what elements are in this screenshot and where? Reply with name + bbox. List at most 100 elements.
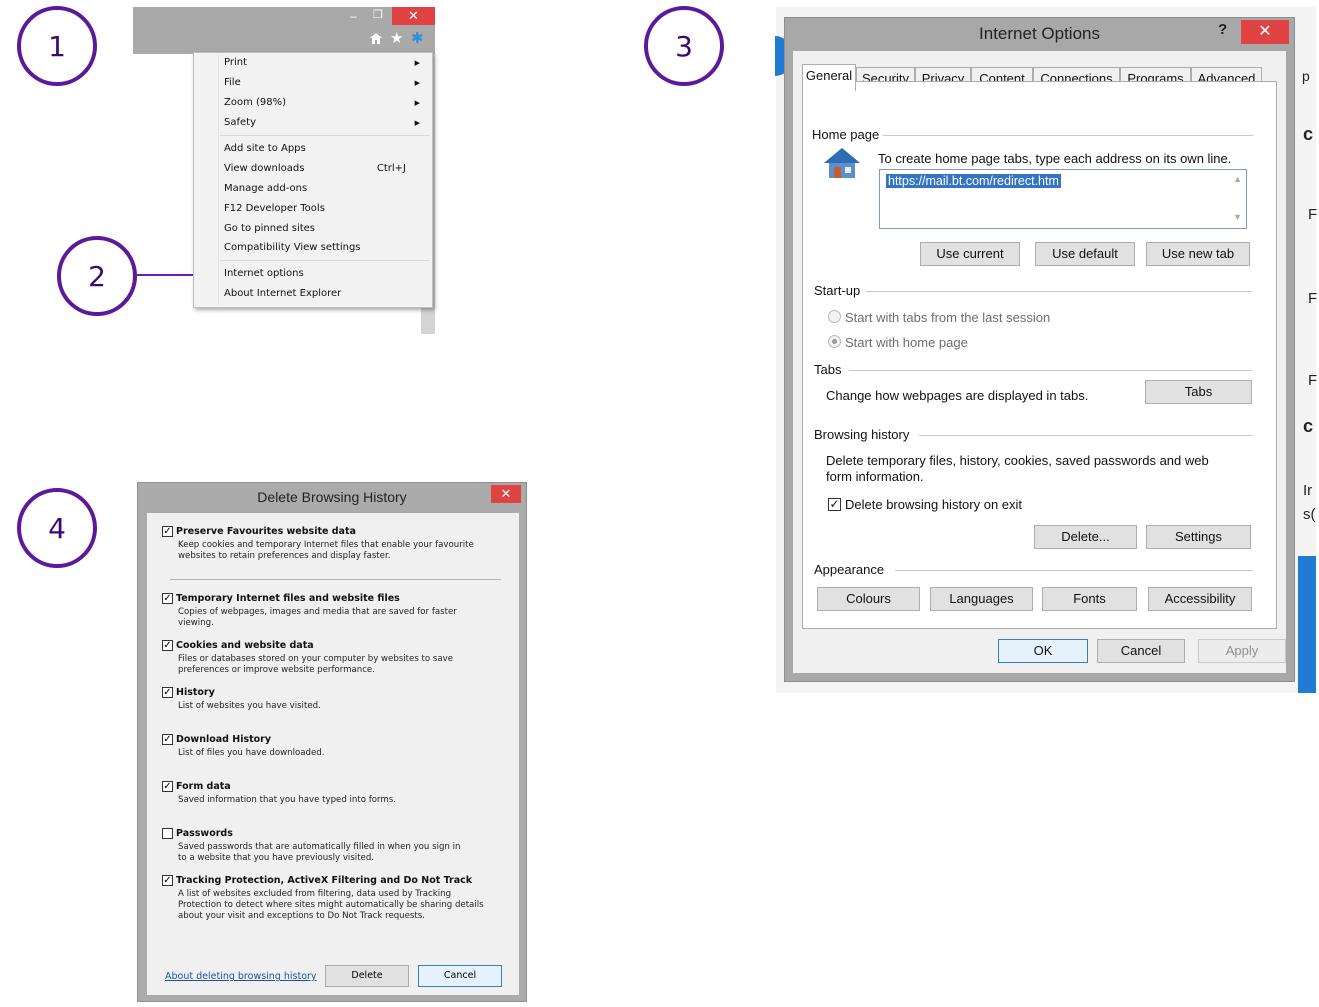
tabs-settings-button[interactable]: Tabs <box>1145 380 1252 404</box>
radio-home-page-label: Start with home page <box>845 335 968 350</box>
radio-home-page[interactable] <box>828 335 841 348</box>
menu-item-safety[interactable]: Safety ▶ <box>224 114 420 132</box>
radio-last-session-label: Start with tabs from the last session <box>845 310 1051 325</box>
group-divider <box>866 291 1252 292</box>
temp-files-checkbox[interactable]: ✓ <box>162 593 173 604</box>
item-description: Saved information that you have typed in… <box>178 795 513 806</box>
delete-on-exit-label: Delete browsing history on exit <box>845 497 1023 512</box>
menu-label: Print <box>224 57 248 68</box>
menu-item-zoom[interactable]: Zoom (98%) ▶ <box>224 94 420 112</box>
description-line: Files or databases stored on your comput… <box>178 654 454 664</box>
group-divider <box>895 570 1253 571</box>
item-description: List of websites you have visited. <box>178 701 513 712</box>
home-page-url: https://mail.bt.com/redirect.htm <box>886 174 1061 188</box>
menu-label: Add site to Apps <box>224 143 306 154</box>
item-title: Download History <box>176 734 272 745</box>
scroll-down-icon[interactable]: ▼ <box>1233 212 1242 222</box>
tabs-description: Change how webpages are displayed in tab… <box>826 388 1089 403</box>
description-line: preferences or improve website performan… <box>178 665 375 675</box>
menu-item-add-site[interactable]: Add site to Apps <box>224 140 420 158</box>
internet-options-dialog: Internet Options ? ✕ General Security Pr… <box>784 17 1295 682</box>
submenu-arrow-icon: ▶ <box>414 79 420 87</box>
tab-general[interactable]: General <box>802 64 856 91</box>
form-data-checkbox[interactable]: ✓ <box>162 781 173 792</box>
history-checkbox[interactable]: ✓ <box>162 687 173 698</box>
group-divider <box>919 435 1253 436</box>
colours-button[interactable]: Colours <box>817 587 920 611</box>
cancel-button[interactable]: Cancel <box>1097 639 1185 663</box>
item-description: Saved passwords that are automatically f… <box>178 842 513 864</box>
item-title: Temporary Internet files and website fil… <box>176 593 400 604</box>
scroll-up-icon[interactable]: ▲ <box>1233 174 1242 184</box>
accessibility-button[interactable]: Accessibility <box>1148 587 1252 611</box>
tabs-heading: Tabs <box>814 362 842 377</box>
menu-shortcut: Ctrl+J <box>376 163 406 174</box>
languages-button[interactable]: Languages <box>930 587 1033 611</box>
menu-item-f12-tools[interactable]: F12 Developer Tools <box>224 200 420 218</box>
description-line: Saved passwords that are automatically f… <box>178 842 461 852</box>
menu-item-internet-options[interactable]: Internet options <box>224 265 420 283</box>
use-default-button[interactable]: Use default <box>1035 242 1135 266</box>
history-settings-button[interactable]: Settings <box>1146 525 1251 549</box>
close-button[interactable]: ✕ <box>1241 20 1289 44</box>
fonts-button[interactable]: Fonts <box>1042 587 1137 611</box>
passwords-checkbox[interactable] <box>162 828 173 839</box>
menu-item-file[interactable]: File ▶ <box>224 74 420 92</box>
gear-icon[interactable]: ✱ <box>411 29 424 47</box>
restore-icon[interactable]: ❐ <box>373 8 383 21</box>
menu-gutter <box>218 55 219 305</box>
minimize-icon[interactable]: – <box>350 9 357 23</box>
menu-item-manage-addons[interactable]: Manage add-ons <box>224 180 420 198</box>
help-icon[interactable]: ? <box>1218 21 1227 38</box>
description-line: Protection to detect where sites might a… <box>178 900 484 910</box>
background-text: s( <box>1303 506 1316 523</box>
item-description: Copies of webpages, images and media tha… <box>178 607 513 629</box>
step-4-badge: 4 <box>17 488 97 568</box>
item-title: Form data <box>176 781 231 792</box>
description-line: A list of websites excluded from filteri… <box>178 889 452 899</box>
step-1-badge: 1 <box>17 6 97 86</box>
general-tab-page: Home page To create home page tabs, type… <box>802 81 1277 629</box>
menu-item-print[interactable]: Print ▶ <box>224 54 420 72</box>
cancel-button[interactable]: Cancel <box>418 965 502 987</box>
use-new-tab-button[interactable]: Use new tab <box>1146 242 1250 266</box>
menu-item-view-downloads[interactable]: View downloads Ctrl+J <box>224 160 420 178</box>
item-title: Tracking Protection, ActiveX Filtering a… <box>176 875 473 886</box>
tracking-protection-checkbox[interactable]: ✓ <box>162 875 173 886</box>
delete-button[interactable]: Delete <box>325 965 409 987</box>
delete-on-exit-checkbox[interactable]: ✓ <box>828 498 841 511</box>
description-line: Saved information that you have typed in… <box>178 795 396 805</box>
menu-separator <box>220 260 430 261</box>
dialog-body: General Security Privacy Content Connect… <box>793 51 1286 673</box>
home-page-url-field[interactable]: https://mail.bt.com/redirect.htm ▲ ▼ <box>879 169 1247 229</box>
ie-close-button[interactable]: ✕ <box>392 7 435 25</box>
step-3-label: 3 <box>675 29 693 63</box>
appearance-heading: Appearance <box>814 562 885 577</box>
delete-history-button[interactable]: Delete... <box>1034 525 1137 549</box>
item-title: Cookies and website data <box>176 640 314 651</box>
preserve-favourites-checkbox[interactable]: ✓ <box>162 526 173 537</box>
menu-label: File <box>224 77 241 88</box>
browsing-history-heading: Browsing history <box>814 427 910 442</box>
radio-last-session[interactable] <box>828 310 841 323</box>
description-line: about your visit and exceptions to Do No… <box>178 911 425 921</box>
background-text: F <box>1308 290 1318 307</box>
home-icon[interactable] <box>369 32 383 45</box>
description-line: websites to retain preferences and displ… <box>178 551 391 561</box>
ok-button[interactable]: OK <box>998 639 1088 663</box>
description-line: viewing. <box>178 618 214 628</box>
dialog-body: ✓ Preserve Favourites website data Keep … <box>147 513 519 995</box>
star-icon[interactable]: ★ <box>390 29 403 47</box>
cookies-checkbox[interactable]: ✓ <box>162 640 173 651</box>
description-line: Copies of webpages, images and media tha… <box>178 607 457 617</box>
apply-button[interactable]: Apply <box>1198 639 1286 663</box>
menu-item-compat-view[interactable]: Compatibility View settings <box>224 239 420 257</box>
menu-item-about-ie[interactable]: About Internet Explorer <box>224 285 420 303</box>
browsing-history-text-line1: Delete temporary files, history, cookies… <box>826 453 1209 468</box>
background-text: c <box>1303 416 1314 436</box>
about-deleting-history-link[interactable]: About deleting browsing history <box>165 971 317 982</box>
close-button[interactable]: ✕ <box>491 485 521 503</box>
download-history-checkbox[interactable]: ✓ <box>162 734 173 745</box>
use-current-button[interactable]: Use current <box>920 242 1020 266</box>
menu-item-pinned-sites[interactable]: Go to pinned sites <box>224 220 420 238</box>
